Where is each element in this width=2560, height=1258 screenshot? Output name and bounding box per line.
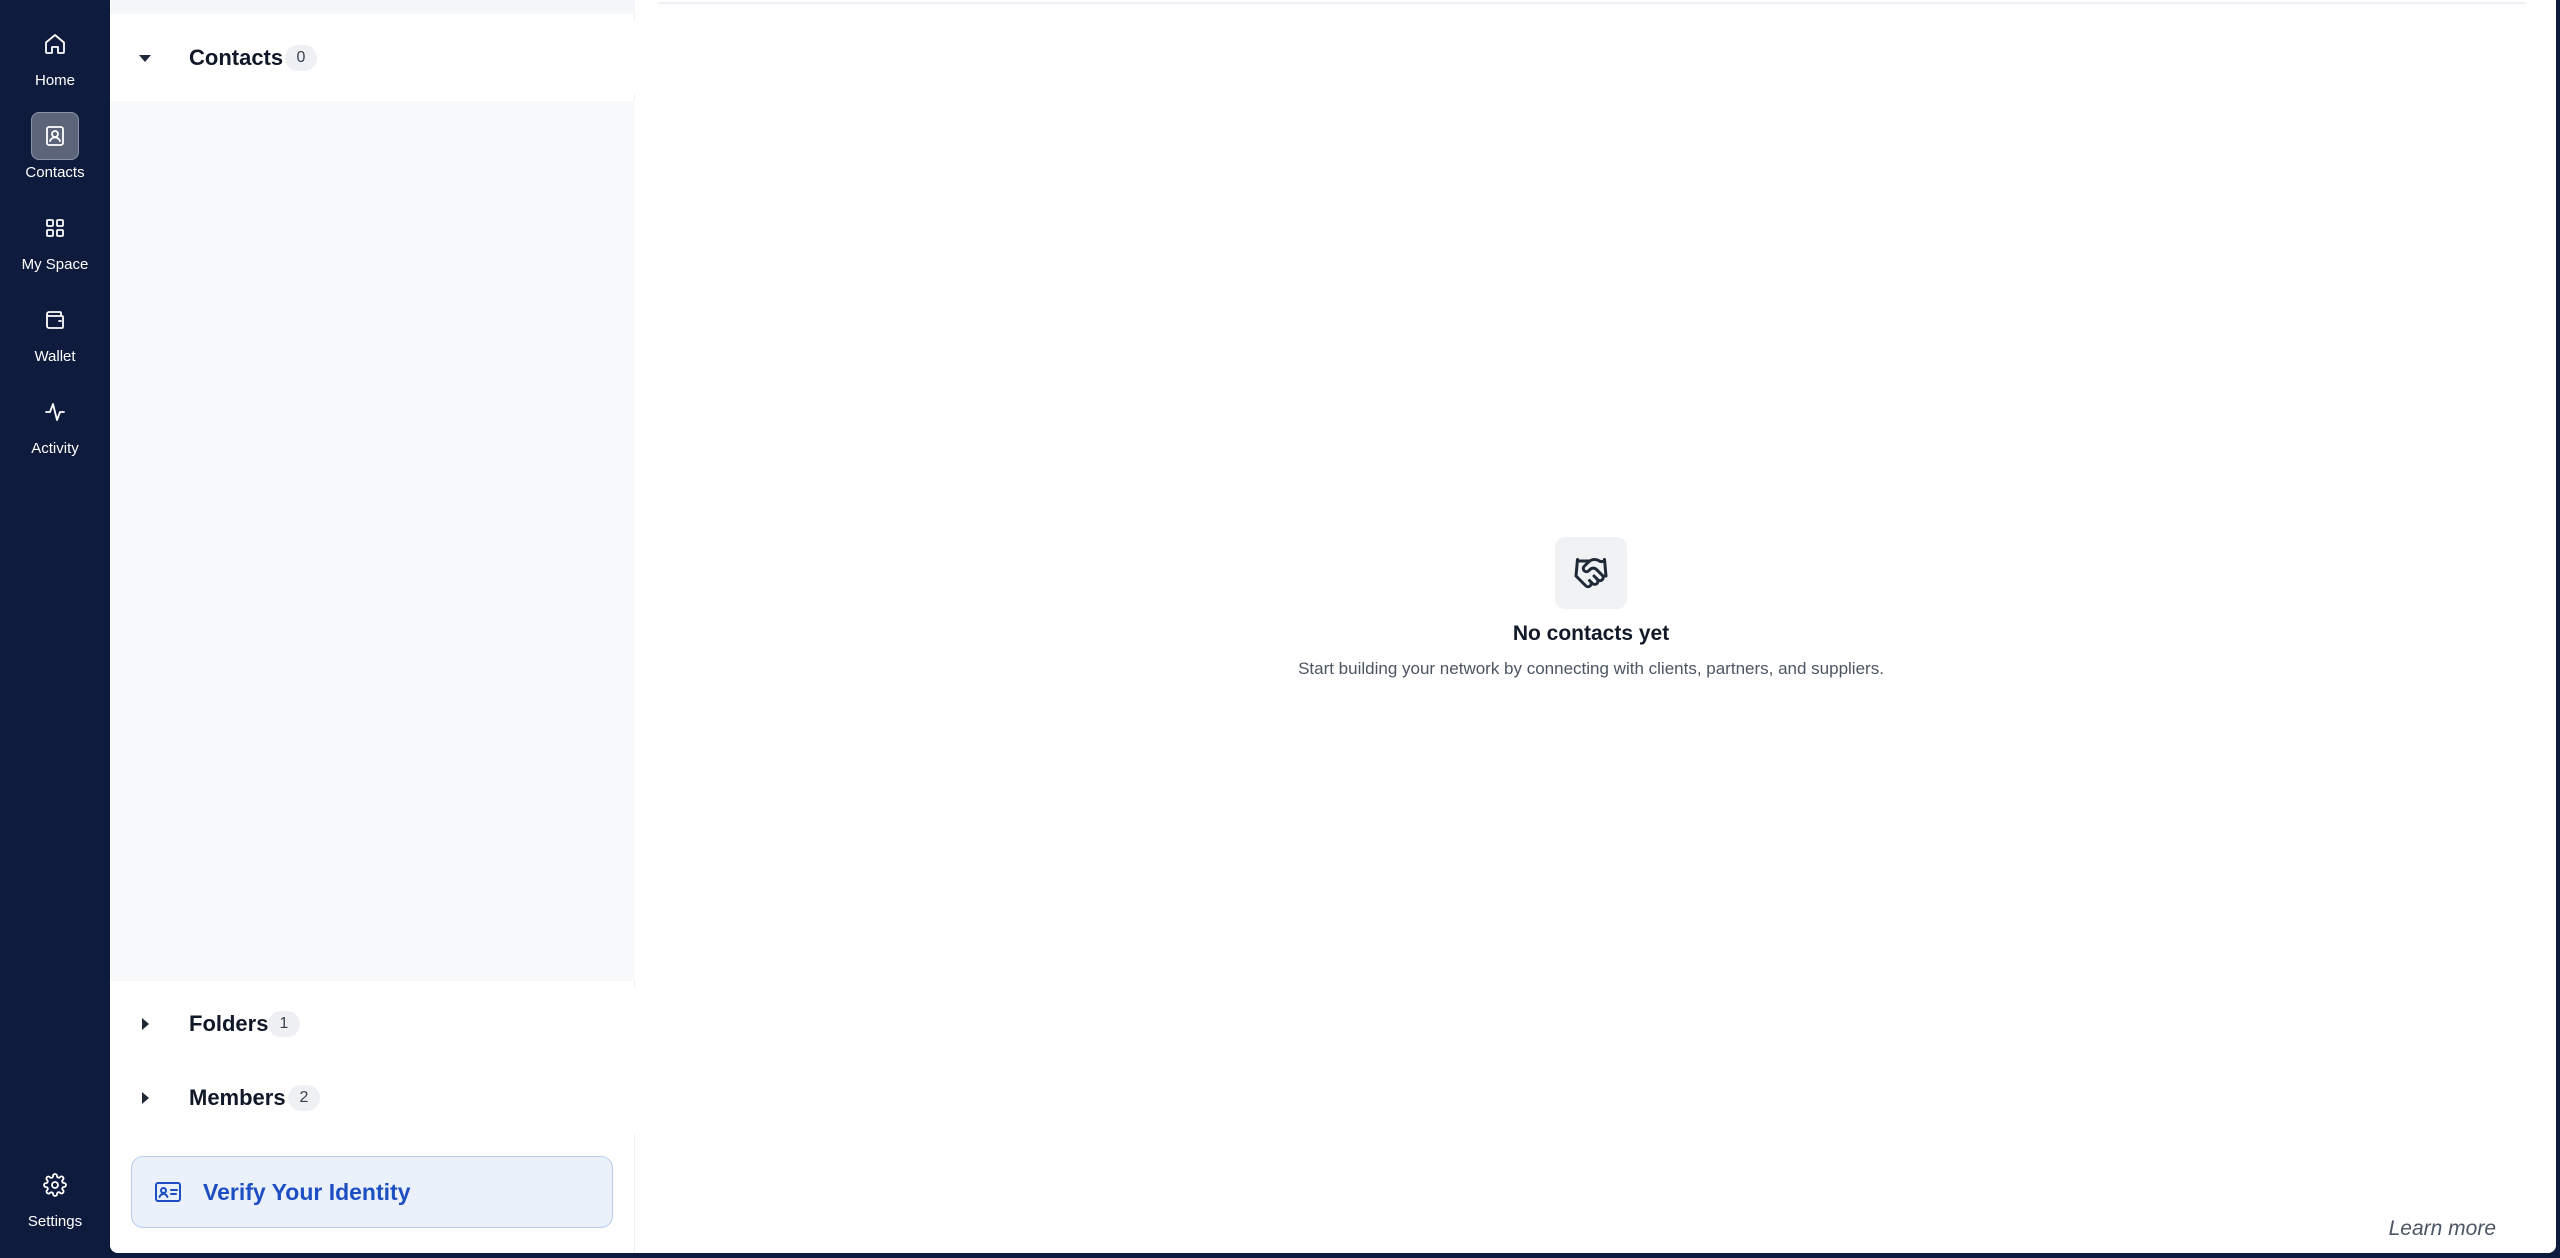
- contacts-list: [110, 101, 635, 981]
- verify-identity-label: Verify Your Identity: [203, 1178, 411, 1205]
- wallet-icon: [31, 296, 79, 344]
- home-icon: [31, 20, 79, 68]
- app-panel: Contacts 0 Folders 1 Members 2 Verify Yo…: [110, 0, 2556, 1253]
- section-folders-header[interactable]: Folders 1: [110, 988, 635, 1060]
- section-members-title: Members: [189, 1085, 286, 1110]
- empty-state-subtitle: Start building your network by connectin…: [1298, 659, 1884, 678]
- learn-more-link[interactable]: Learn more: [2389, 1217, 2496, 1241]
- nav-item-home[interactable]: Home: [0, 20, 110, 100]
- section-folders-title: Folders: [189, 1011, 269, 1036]
- caret-down-icon: [136, 49, 154, 67]
- activity-icon: [31, 388, 79, 436]
- section-contacts-header[interactable]: Contacts 0: [110, 22, 635, 94]
- handshake-icon: [1555, 537, 1627, 609]
- nav-label-contacts: Contacts: [25, 164, 85, 181]
- nav-item-settings[interactable]: Settings: [0, 1161, 110, 1241]
- nav-label-settings: Settings: [27, 1213, 83, 1230]
- id-card-icon: [154, 1179, 182, 1205]
- nav-item-activity[interactable]: Activity: [0, 388, 110, 468]
- contacts-sidebar: Contacts 0 Folders 1 Members 2 Verify Yo…: [110, 0, 635, 1253]
- caret-right-icon: [136, 1015, 154, 1033]
- caret-right-icon: [136, 1089, 154, 1107]
- contacts-count-badge: 0: [285, 45, 317, 71]
- empty-state-title: No contacts yet: [1512, 622, 1670, 645]
- gear-icon: [31, 1161, 79, 1209]
- main-nav-rail: Home Contacts My Space Wallet Activity S…: [0, 0, 110, 1258]
- members-count-badge: 2: [288, 1085, 320, 1111]
- folders-count-badge: 1: [268, 1011, 300, 1037]
- nav-item-my-space[interactable]: My Space: [0, 204, 110, 284]
- nav-item-wallet[interactable]: Wallet: [0, 296, 110, 376]
- sidebar-top-strip: [110, 0, 635, 14]
- nav-label-wallet: Wallet: [34, 348, 76, 365]
- grid-icon: [31, 204, 79, 252]
- section-members-header[interactable]: Members 2: [110, 1062, 635, 1134]
- content-divider: [659, 0, 2525, 4]
- nav-label-my-space: My Space: [21, 256, 89, 273]
- section-contacts-title: Contacts: [189, 45, 284, 70]
- verify-identity-button[interactable]: Verify Your Identity: [131, 1156, 613, 1228]
- nav-label-activity: Activity: [31, 440, 79, 457]
- main-content: No contacts yet Start building your netw…: [635, 0, 2556, 1253]
- nav-label-home: Home: [34, 72, 75, 89]
- contacts-icon: [31, 112, 79, 160]
- nav-item-contacts[interactable]: Contacts: [0, 112, 110, 192]
